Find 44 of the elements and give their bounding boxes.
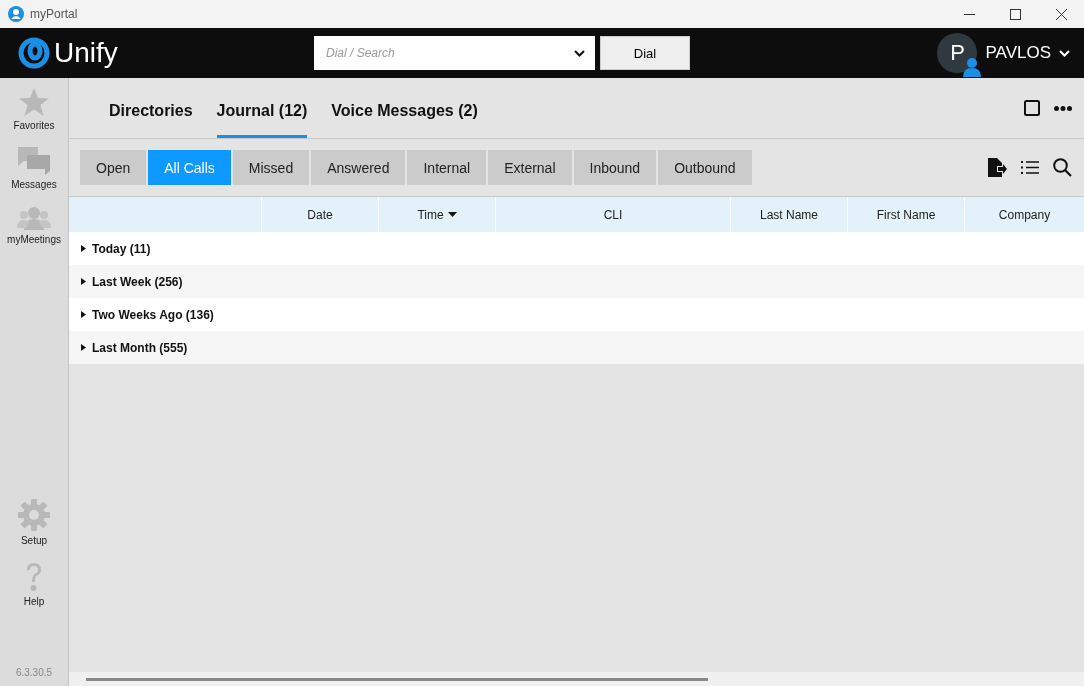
app-user-icon [8, 6, 24, 22]
filter-button[interactable]: Missed [232, 150, 310, 185]
window-title: myPortal [30, 7, 78, 21]
group-row-label[interactable]: Two Weeks Ago (136) [92, 307, 214, 322]
scrollbar-thumb[interactable] [86, 677, 708, 681]
tab[interactable]: Journal (12) [216, 78, 308, 138]
maximize-icon[interactable] [1009, 8, 1021, 20]
dial-button[interactable]: Dial [600, 36, 690, 70]
filter-button[interactable]: Outbound [658, 150, 752, 185]
close-icon[interactable] [1055, 8, 1067, 20]
caret-right-icon[interactable] [81, 311, 86, 318]
sidebar-item[interactable]: Help [23, 596, 45, 607]
user-name[interactable]: PAVLOS [985, 43, 1051, 63]
avatar-initial: P [950, 40, 965, 66]
sidebar-item[interactable]: myMeetings [7, 234, 61, 245]
group-row-label[interactable]: Last Month (555) [92, 340, 188, 355]
caret-right-icon[interactable] [81, 344, 86, 351]
group-row-label[interactable]: Today (11) [92, 241, 151, 256]
search-icon[interactable] [1053, 158, 1072, 177]
caret-right-icon[interactable] [81, 278, 86, 285]
sort-descending-icon[interactable] [447, 212, 457, 217]
version-label: 6.3.30.5 [15, 667, 53, 678]
sidebar-item[interactable]: Favorites [13, 120, 55, 131]
sidebar-item[interactable]: Messages [11, 179, 57, 190]
tab[interactable]: Voice Messages (2) [331, 78, 478, 138]
filter-button[interactable]: Internal [407, 150, 487, 185]
dial-search-field[interactable]: Dial / Search [314, 36, 595, 70]
sidebar-item[interactable]: Setup [20, 535, 48, 546]
person-icon [962, 57, 983, 77]
tab[interactable]: Directories [109, 78, 193, 138]
brand-name: Unify [54, 37, 118, 69]
list-icon[interactable] [1021, 160, 1039, 175]
more-icon[interactable] [1054, 105, 1072, 111]
filter-button[interactable]: External [488, 150, 572, 185]
export-document-icon[interactable] [988, 158, 1007, 177]
star-icon[interactable] [19, 88, 49, 116]
filter-button[interactable]: Open [80, 150, 147, 185]
group-row-label[interactable]: Last Week (256) [92, 274, 183, 289]
caret-right-icon[interactable] [81, 245, 86, 252]
logo-icon [18, 37, 50, 69]
chevron-down-icon[interactable] [574, 50, 585, 57]
square-icon[interactable] [1024, 100, 1040, 116]
filter-button[interactable]: Answered [311, 150, 406, 185]
filter-button[interactable]: Inbound [573, 150, 657, 185]
